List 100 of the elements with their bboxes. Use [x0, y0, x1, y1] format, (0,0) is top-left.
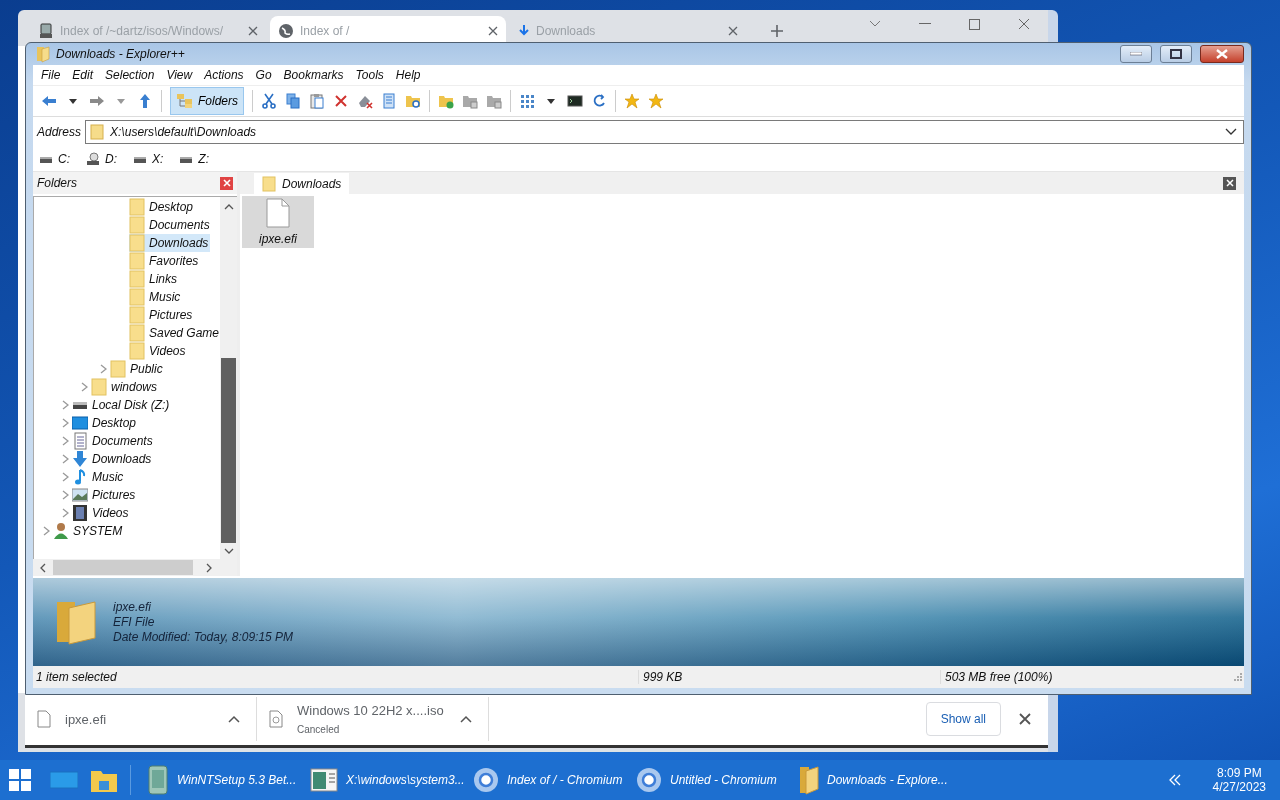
show-all-button[interactable]: Show all: [925, 702, 1001, 736]
drive-button[interactable]: D:: [86, 152, 117, 166]
expand-chevron-icon[interactable]: [99, 364, 107, 374]
scissors-icon[interactable]: [261, 93, 277, 109]
drive-icon: [39, 154, 53, 164]
folder-icon: [110, 360, 126, 378]
drive-button[interactable]: X:: [133, 152, 164, 166]
folders-button[interactable]: Folders: [170, 87, 244, 115]
folder-search-icon[interactable]: [405, 93, 421, 109]
chevron-left-icon[interactable]: [1168, 774, 1181, 786]
tree-item[interactable]: Saved Game: [129, 324, 220, 342]
scroll-right-icon[interactable]: [205, 562, 213, 573]
tree-item[interactable]: Downloads: [129, 234, 211, 252]
menu-item[interactable]: File: [35, 68, 67, 82]
close-tab-button[interactable]: [1223, 176, 1236, 190]
menu-item[interactable]: Tools: [349, 68, 390, 82]
tree-item[interactable]: Videos: [72, 504, 131, 522]
tree-item[interactable]: Links: [129, 270, 179, 288]
chevron-down-icon[interactable]: [1225, 128, 1237, 136]
chevron-up-icon[interactable]: [460, 715, 472, 723]
tree-item[interactable]: Local Disk (Z:): [72, 396, 172, 414]
tree-item[interactable]: SYSTEM: [53, 522, 125, 540]
expand-chevron-icon[interactable]: [80, 382, 88, 392]
blank-page-icon: [266, 198, 290, 228]
menu-item[interactable]: Edit: [66, 68, 100, 82]
taskbar-item[interactable]: Untitled - Chromium: [630, 760, 793, 800]
delete-icon[interactable]: [333, 93, 349, 109]
scroll-up-icon[interactable]: [223, 203, 234, 211]
browser-icon: [473, 767, 499, 793]
paste-icon[interactable]: [309, 93, 325, 109]
back-arrow-icon[interactable]: [41, 93, 57, 109]
vertical-scrollbar[interactable]: [220, 197, 237, 559]
address-field[interactable]: X:\users\default\Downloads: [85, 120, 1244, 144]
menu-item[interactable]: View: [160, 68, 199, 82]
new-folder-icon[interactable]: [438, 93, 454, 109]
tree-item[interactable]: Music: [129, 288, 183, 306]
properties-icon[interactable]: [381, 93, 397, 109]
taskbar-item[interactable]: Index of / - Chromium: [467, 760, 630, 800]
menu-item[interactable]: Actions: [198, 68, 250, 82]
horizontal-scrollbar[interactable]: [33, 559, 237, 576]
maximize-button[interactable]: [1160, 45, 1192, 63]
desktop-icon: [72, 414, 88, 432]
tree-item[interactable]: Downloads: [72, 450, 154, 468]
download-item[interactable]: Windows 10 22H2 x....iso Canceled: [257, 697, 489, 741]
grid-view-icon[interactable]: [519, 93, 535, 109]
scroll-down-icon[interactable]: [223, 547, 234, 555]
tree-item[interactable]: Favorites: [129, 252, 201, 270]
chevron-up-icon[interactable]: [228, 715, 240, 723]
close-icon[interactable]: [488, 26, 498, 36]
menu-item[interactable]: Bookmarks: [277, 68, 350, 82]
tree-item[interactable]: Public: [110, 360, 165, 378]
close-icon[interactable]: [248, 26, 258, 36]
clock-time: 8:09 PM: [1216, 766, 1262, 780]
folder-tab[interactable]: Downloads: [254, 173, 350, 194]
download-name: Windows 10 22H2 x....iso: [297, 703, 445, 718]
folder-icon[interactable]: [462, 93, 478, 109]
taskbar-item[interactable]: Downloads - Explore...: [793, 760, 956, 800]
minimize-icon[interactable]: [919, 23, 931, 25]
close-icon[interactable]: [1018, 18, 1030, 30]
drive-button[interactable]: C:: [39, 152, 70, 166]
up-arrow-icon[interactable]: [137, 93, 153, 109]
close-icon[interactable]: [728, 26, 738, 36]
tree-item[interactable]: Music: [72, 468, 126, 486]
close-button[interactable]: [220, 176, 233, 190]
file-name: ipxe.efi: [113, 600, 153, 614]
taskbar-item[interactable]: WinNTSetup 5.3 Bet...: [141, 760, 304, 800]
expand-chevron-icon[interactable]: [42, 526, 50, 536]
star-icon[interactable]: [624, 93, 640, 109]
folder-icon[interactable]: [486, 93, 502, 109]
tree-item[interactable]: Documents: [72, 432, 155, 450]
download-item[interactable]: ipxe.efi: [25, 697, 257, 741]
scroll-left-icon[interactable]: [39, 562, 47, 573]
tree-item[interactable]: windows: [91, 378, 160, 396]
menu-item[interactable]: Help: [389, 68, 427, 82]
download-name: ipxe.efi: [65, 711, 108, 727]
drive-button[interactable]: Z:: [179, 152, 209, 166]
tree-item[interactable]: Pictures: [72, 486, 138, 504]
refresh-icon[interactable]: [591, 93, 607, 109]
close-button[interactable]: [1200, 45, 1244, 63]
close-icon[interactable]: [1019, 713, 1031, 725]
tree-item[interactable]: Pictures: [129, 306, 195, 324]
tree-item[interactable]: Desktop: [129, 198, 196, 216]
maximize-icon[interactable]: [969, 18, 980, 30]
terminal-icon[interactable]: [567, 93, 583, 109]
tree-item[interactable]: Videos: [129, 342, 188, 360]
new-tab-icon[interactable]: [770, 24, 784, 38]
taskbar-item[interactable]: X:\windows\system3...: [304, 760, 467, 800]
eraser-icon[interactable]: [357, 93, 373, 109]
tree-item[interactable]: Documents: [129, 216, 212, 234]
close-icon: [222, 179, 231, 187]
minimize-button[interactable]: [1120, 45, 1152, 63]
start-icon[interactable]: [8, 768, 32, 792]
file-tile[interactable]: ipxe.efi: [242, 196, 314, 248]
copy-icon[interactable]: [285, 93, 301, 109]
forward-arrow-icon[interactable]: [89, 93, 105, 109]
menu-item[interactable]: Selection: [99, 68, 161, 82]
tree-item[interactable]: Desktop: [72, 414, 139, 432]
star-icon[interactable]: [648, 93, 664, 109]
menu-item[interactable]: Go: [249, 68, 278, 82]
resize-grip-icon[interactable]: [1234, 673, 1242, 681]
